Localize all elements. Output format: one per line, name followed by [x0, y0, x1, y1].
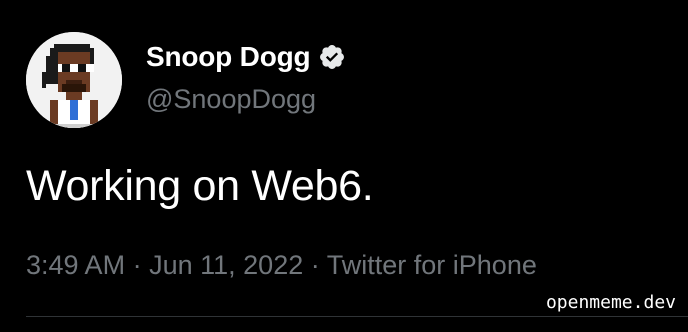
display-name[interactable]: Snoop Dogg	[146, 41, 311, 73]
verified-badge-icon	[320, 45, 345, 69]
tweet-time[interactable]: 3:49 AM	[26, 250, 125, 280]
pixel-art-avatar-icon	[26, 32, 122, 128]
meta-separator: ·	[132, 250, 142, 280]
user-handle[interactable]: @SnoopDogg	[146, 84, 316, 115]
tweet-meta: 3:49 AM · Jun 11, 2022 · Twitter for iPh…	[26, 250, 537, 281]
tweet-source[interactable]: Twitter for iPhone	[327, 250, 537, 280]
tweet-date[interactable]: Jun 11, 2022	[149, 250, 303, 280]
divider	[26, 316, 688, 317]
tweet-text: Working on Web6.	[26, 162, 374, 210]
watermark: openmeme.dev	[541, 292, 680, 313]
avatar[interactable]	[26, 32, 122, 128]
name-row: Snoop Dogg	[146, 40, 346, 74]
meta-separator: ·	[310, 250, 320, 280]
